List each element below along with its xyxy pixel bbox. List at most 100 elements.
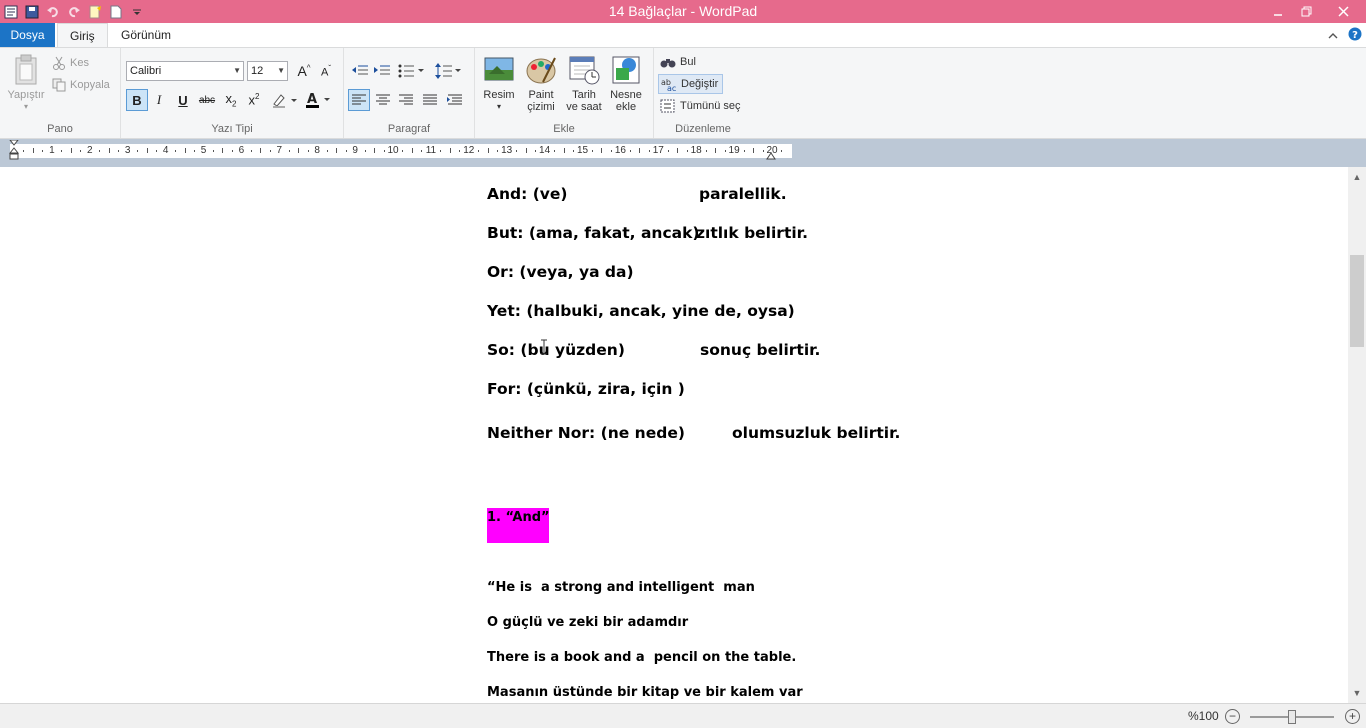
justify-button[interactable] (419, 89, 441, 111)
restore-button[interactable] (1292, 0, 1320, 23)
shrink-font-button[interactable]: Aˇ (315, 60, 337, 82)
paragraph-settings-button[interactable] (444, 89, 466, 111)
ruler-number: 13 (501, 145, 513, 156)
doc-example-1: “He is a strong and intelligent man (487, 580, 755, 595)
datetime-label-line1: Tarih (572, 89, 596, 101)
grow-font-button[interactable]: A^ (293, 60, 315, 82)
line-spacing-icon (435, 63, 461, 79)
ruler-tick (326, 150, 328, 152)
decrease-indent-button[interactable] (349, 60, 371, 82)
ruler-tick (610, 150, 612, 152)
scroll-up-icon[interactable]: ▲ (1348, 169, 1366, 185)
ruler-number: 5 (200, 145, 207, 156)
doc-example-1-translation: O güçlü ve zeki bir adamdır (487, 615, 689, 630)
ruler-tick (212, 150, 214, 152)
ruler-number: 7 (276, 145, 283, 156)
ruler-tick (345, 150, 347, 152)
strikethrough-button[interactable]: abc (196, 89, 218, 111)
ruler-tick (411, 148, 413, 153)
align-left-icon (352, 94, 366, 105)
ruler[interactable]: 1 2 3 4 5 6 7 8 9 10 11 12 13 14 15 16 17 18 19 20 (9, 140, 792, 160)
editing-group: Bul ab ac Değiştir Tümünü seç Düzenleme (654, 48, 752, 138)
plus-icon: + (1348, 709, 1356, 723)
ruler-tick (440, 150, 442, 152)
ruler-tick (563, 148, 565, 153)
minimize-button[interactable] (1264, 0, 1292, 23)
ruler-tick (32, 148, 34, 153)
insert-picture-button[interactable]: Resim ▾ (481, 54, 517, 113)
italic-button[interactable]: I (148, 89, 170, 111)
ruler-tick (137, 150, 139, 152)
find-label: Bul (680, 56, 696, 68)
zoom-slider-thumb[interactable] (1288, 710, 1296, 724)
bullet-list-icon (398, 64, 424, 78)
cut-label: Kes (70, 57, 89, 69)
ruler-tick (374, 148, 376, 153)
italic-icon: I (156, 92, 162, 107)
ruler-number: 3 (124, 145, 131, 156)
tab-home[interactable]: Giriş (57, 23, 108, 48)
paint-label-line1: Paint (528, 89, 554, 101)
subscript-button[interactable]: x2 (220, 89, 242, 111)
help-icon[interactable]: ? (1348, 27, 1362, 44)
doc-example-2: There is a book and a pencil on the tabl… (487, 650, 797, 665)
underline-button[interactable]: U (172, 89, 194, 111)
tab-file[interactable]: Dosya (0, 23, 55, 47)
doc-line-and-desc: paralellik. (699, 185, 787, 203)
shrink-font-icon: Aˇ (320, 63, 331, 79)
datetime-label-line2: ve saat (566, 101, 602, 113)
scroll-down-icon[interactable]: ▼ (1348, 685, 1366, 701)
zoom-out-button[interactable]: − (1225, 709, 1240, 724)
font-size-select[interactable]: 12 ▼ (247, 61, 288, 81)
paste-dropdown-icon: ▾ (23, 102, 28, 111)
minimize-ribbon-icon[interactable] (1328, 29, 1338, 43)
highlight-color-button[interactable] (269, 89, 301, 111)
align-left-button[interactable] (348, 89, 370, 111)
date-time-button[interactable]: Tarih ve saat (564, 54, 604, 113)
ruler-tick (762, 150, 764, 152)
select-all-button[interactable]: Tümünü seç (660, 96, 741, 116)
copy-button[interactable]: Kopyala (52, 75, 110, 95)
find-button[interactable]: Bul (660, 52, 696, 72)
ruler-tick (269, 150, 271, 152)
increase-indent-button[interactable] (371, 60, 393, 82)
ruler-number: 20 (766, 145, 778, 156)
object-label-line1: Nesne (610, 89, 642, 101)
align-center-icon (376, 94, 390, 105)
svg-text:A: A (307, 92, 317, 107)
justify-icon (423, 94, 437, 105)
indent-marker-icon[interactable] (9, 140, 19, 162)
picture-dropdown-icon: ▾ (496, 102, 501, 111)
object-label-line2: ekle (615, 101, 637, 113)
text-color-button[interactable]: A (304, 89, 334, 111)
close-button[interactable] (1320, 0, 1366, 23)
superscript-button[interactable]: x2 (243, 89, 265, 111)
bullets-button[interactable] (397, 60, 427, 82)
bold-button[interactable]: B (126, 89, 148, 111)
align-right-button[interactable] (395, 89, 417, 111)
ruler-tick (525, 148, 527, 153)
paste-button[interactable]: Yapıştır ▾ (6, 54, 46, 113)
ruler-tick (497, 150, 499, 152)
line-spacing-button[interactable] (434, 60, 464, 82)
ruler-number: 14 (539, 145, 551, 156)
font-family-select[interactable]: Calibri ▼ (126, 61, 244, 81)
cut-button[interactable]: Kes (52, 53, 89, 73)
tab-view[interactable]: Görünüm (109, 23, 183, 47)
vertical-scrollbar[interactable]: ▲ ▼ (1348, 167, 1366, 703)
insert-object-button[interactable]: Nesne ekle (606, 54, 646, 113)
ruler-tick (648, 150, 650, 152)
ruler-tick (781, 150, 783, 152)
ruler-tick (70, 148, 72, 153)
ruler-tick (260, 148, 262, 153)
zoom-in-button[interactable]: + (1345, 709, 1360, 724)
ruler-tick (175, 150, 177, 152)
scrollbar-thumb[interactable] (1350, 255, 1364, 347)
align-center-button[interactable] (372, 89, 394, 111)
ruler-number: 17 (652, 145, 664, 156)
document-area[interactable]: And: (ve) paralellik. But: (ama, fakat, … (0, 167, 1348, 703)
replace-button[interactable]: ab ac Değiştir (658, 74, 724, 94)
paint-drawing-button[interactable]: Paint çizimi (521, 54, 561, 113)
ruler-tick (61, 150, 63, 152)
doc-line-neither-desc: olumsuzluk belirtir. (732, 424, 901, 442)
